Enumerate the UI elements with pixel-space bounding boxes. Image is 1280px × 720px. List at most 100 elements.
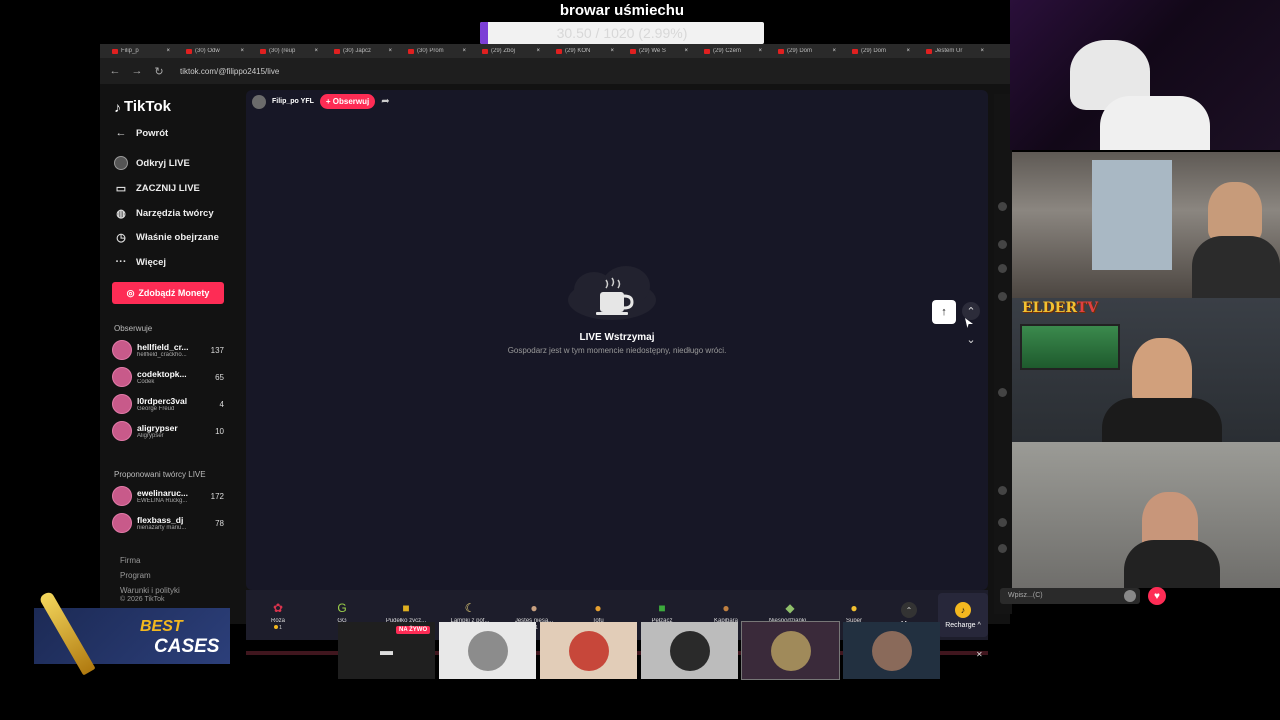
- url-field[interactable]: tiktok.com/@filippo2415/live: [180, 67, 279, 76]
- avatar: [112, 513, 132, 533]
- side-panel-icon[interactable]: [998, 486, 1007, 495]
- side-panel-icon[interactable]: [998, 202, 1007, 211]
- streamer-shirt: [1100, 96, 1210, 150]
- address-bar: ← → ↻ tiktok.com/@filippo2415/live: [100, 58, 1010, 84]
- footer-link[interactable]: Firma: [120, 556, 140, 565]
- close-tab-icon[interactable]: ×: [388, 48, 392, 54]
- account-name: l0rdperc3val: [137, 396, 188, 406]
- sidebar-item-label: Odkryj LIVE: [136, 157, 190, 169]
- account-row[interactable]: codektopk... Codek 65: [112, 367, 224, 387]
- sidebar-item-discover-live[interactable]: Odkryj LIVE: [114, 156, 190, 170]
- live-badge: NA ŻYWO: [396, 626, 431, 634]
- sidebar-item-creator-tools[interactable]: ◍ Narzędzia twórcy: [114, 206, 213, 220]
- close-tab-icon[interactable]: ×: [832, 48, 836, 54]
- close-tab-icon[interactable]: ×: [610, 48, 614, 54]
- side-panel-icon[interactable]: [998, 518, 1007, 527]
- sidebar-item-label: ZACZNIJ LIVE: [136, 182, 200, 194]
- get-coins-button[interactable]: ◎ Zdobądź Monety: [112, 282, 224, 304]
- account-name: ewelinaruc...: [137, 488, 189, 498]
- recharge-button[interactable]: ♪ Recharge ^: [938, 593, 988, 637]
- side-panel-icon[interactable]: [998, 388, 1007, 397]
- thumbnail[interactable]: [843, 622, 940, 679]
- close-tab-icon[interactable]: ×: [240, 48, 244, 54]
- browser-tab[interactable]: (29) KON ×: [550, 48, 620, 54]
- account-row[interactable]: ewelinaruc... EWELINA Ruckg... 172: [112, 486, 224, 506]
- follow-button[interactable]: + Obserwuj: [319, 94, 376, 109]
- browser-tab[interactable]: (30) Japcz ×: [328, 48, 398, 54]
- thumbnail[interactable]: [540, 622, 637, 679]
- browser-tab[interactable]: (29) Dom ×: [772, 48, 842, 54]
- youtube-icon: [112, 48, 118, 54]
- close-tab-icon[interactable]: ×: [462, 48, 466, 54]
- capybara-icon: ●: [722, 601, 730, 615]
- account-row[interactable]: aligrypser Aligrypser 10: [112, 421, 224, 441]
- thumbnail[interactable]: [439, 622, 536, 679]
- upload-arrow-button[interactable]: ↑: [932, 300, 956, 324]
- browser-tab[interactable]: (30) (reup ×: [254, 48, 324, 54]
- footer-link[interactable]: Warunki i polityki: [120, 586, 180, 595]
- following-heading: Obserwuje: [114, 324, 153, 333]
- account-name: hellfield_cr...: [137, 342, 189, 352]
- browser-tab[interactable]: (29) We S ×: [624, 48, 694, 54]
- side-panel-icon[interactable]: [998, 544, 1007, 553]
- close-tab-icon[interactable]: ×: [758, 48, 762, 54]
- close-tab-icon[interactable]: ×: [906, 48, 910, 54]
- side-panel-icon[interactable]: [998, 264, 1007, 273]
- back-button[interactable]: ← Powrót: [114, 126, 169, 140]
- browser-tab[interactable]: Jestem Ur ×: [920, 48, 990, 54]
- live-discover-icon: [114, 156, 128, 170]
- close-tab-icon[interactable]: ×: [684, 48, 688, 54]
- sidebar-item-start-live[interactable]: ▭ ZACZNIJ LIVE: [114, 181, 200, 195]
- reload-icon[interactable]: ↻: [152, 65, 166, 78]
- browser-tab[interactable]: (30) Odw ×: [180, 48, 250, 54]
- account-subname: nienażarty mariu...: [137, 525, 187, 531]
- chevron-up-icon[interactable]: ⌃: [962, 302, 980, 320]
- account-names: codektopk... Codek: [137, 369, 207, 385]
- browser-tab[interactable]: (30) Prom ×: [402, 48, 472, 54]
- sidebar-item-recently-watched[interactable]: ◷ Właśnie obejrzane: [114, 230, 219, 244]
- avatar: [112, 367, 132, 387]
- account-subname: hellfield_crackho...: [137, 352, 187, 358]
- sidebar-item-more[interactable]: ··· Więcej: [114, 255, 167, 269]
- browser-tab[interactable]: (29) Zboj ×: [476, 48, 546, 54]
- close-tab-icon[interactable]: ×: [980, 48, 984, 54]
- browser-tab[interactable]: (29) Czem ×: [698, 48, 768, 54]
- side-panel-icon[interactable]: [998, 240, 1007, 249]
- account-row[interactable]: flexbass_dj nienażarty mariu... 78: [112, 513, 224, 533]
- host-bar: Filip_po YFL + Obserwuj ➦: [252, 94, 390, 109]
- chat-input[interactable]: Wpisz...(C): [1000, 588, 1140, 604]
- host-name[interactable]: Filip_po YFL: [272, 98, 314, 105]
- tiktok-logo[interactable]: ♪ TikTok: [114, 98, 171, 115]
- close-tab-icon[interactable]: ×: [536, 48, 540, 54]
- gift-item[interactable]: ✿ Róża 1: [246, 599, 310, 631]
- browser-tab[interactable]: Filip_p ×: [106, 48, 176, 54]
- thumbnail[interactable]: [641, 622, 738, 679]
- forward-arrow-icon[interactable]: →: [130, 65, 144, 77]
- youtube-icon: [186, 48, 192, 54]
- promo-line1: BEST: [140, 618, 183, 635]
- footer-link[interactable]: Program: [120, 571, 151, 580]
- youtube-icon: [630, 48, 636, 54]
- heart-icon[interactable]: ♥: [1148, 587, 1166, 605]
- back-arrow-icon[interactable]: ←: [108, 65, 122, 77]
- thumbnail-current[interactable]: ▬ NA ŻYWO: [338, 622, 435, 679]
- close-tab-icon[interactable]: ×: [166, 48, 170, 54]
- share-icon[interactable]: ➦: [381, 96, 389, 107]
- thumbnail-selected[interactable]: [741, 621, 840, 680]
- stream-screen: browar uśmiechu 30.50 / 1020 (2.99%) Fil…: [0, 0, 1280, 720]
- side-panel-icon[interactable]: [998, 292, 1007, 301]
- close-icon[interactable]: ✕: [976, 650, 983, 659]
- browser-tab[interactable]: (29) Dom ×: [846, 48, 916, 54]
- account-name: aligrypser: [137, 423, 178, 433]
- account-row[interactable]: l0rdperc3val George Freud 4: [112, 394, 224, 414]
- account-names: l0rdperc3val George Freud: [137, 396, 207, 412]
- emoji-icon[interactable]: [1124, 590, 1136, 602]
- tab-label: (30) (reup: [269, 48, 296, 54]
- close-tab-icon[interactable]: ×: [314, 48, 318, 54]
- tab-label: (29) We S: [639, 48, 666, 54]
- webcam-feed-1: [1010, 0, 1280, 150]
- window-view: [1092, 160, 1172, 270]
- account-row[interactable]: hellfield_cr... hellfield_crackho... 137: [112, 340, 224, 360]
- host-avatar[interactable]: [252, 94, 266, 109]
- chevron-down-icon[interactable]: ⌄: [962, 330, 980, 348]
